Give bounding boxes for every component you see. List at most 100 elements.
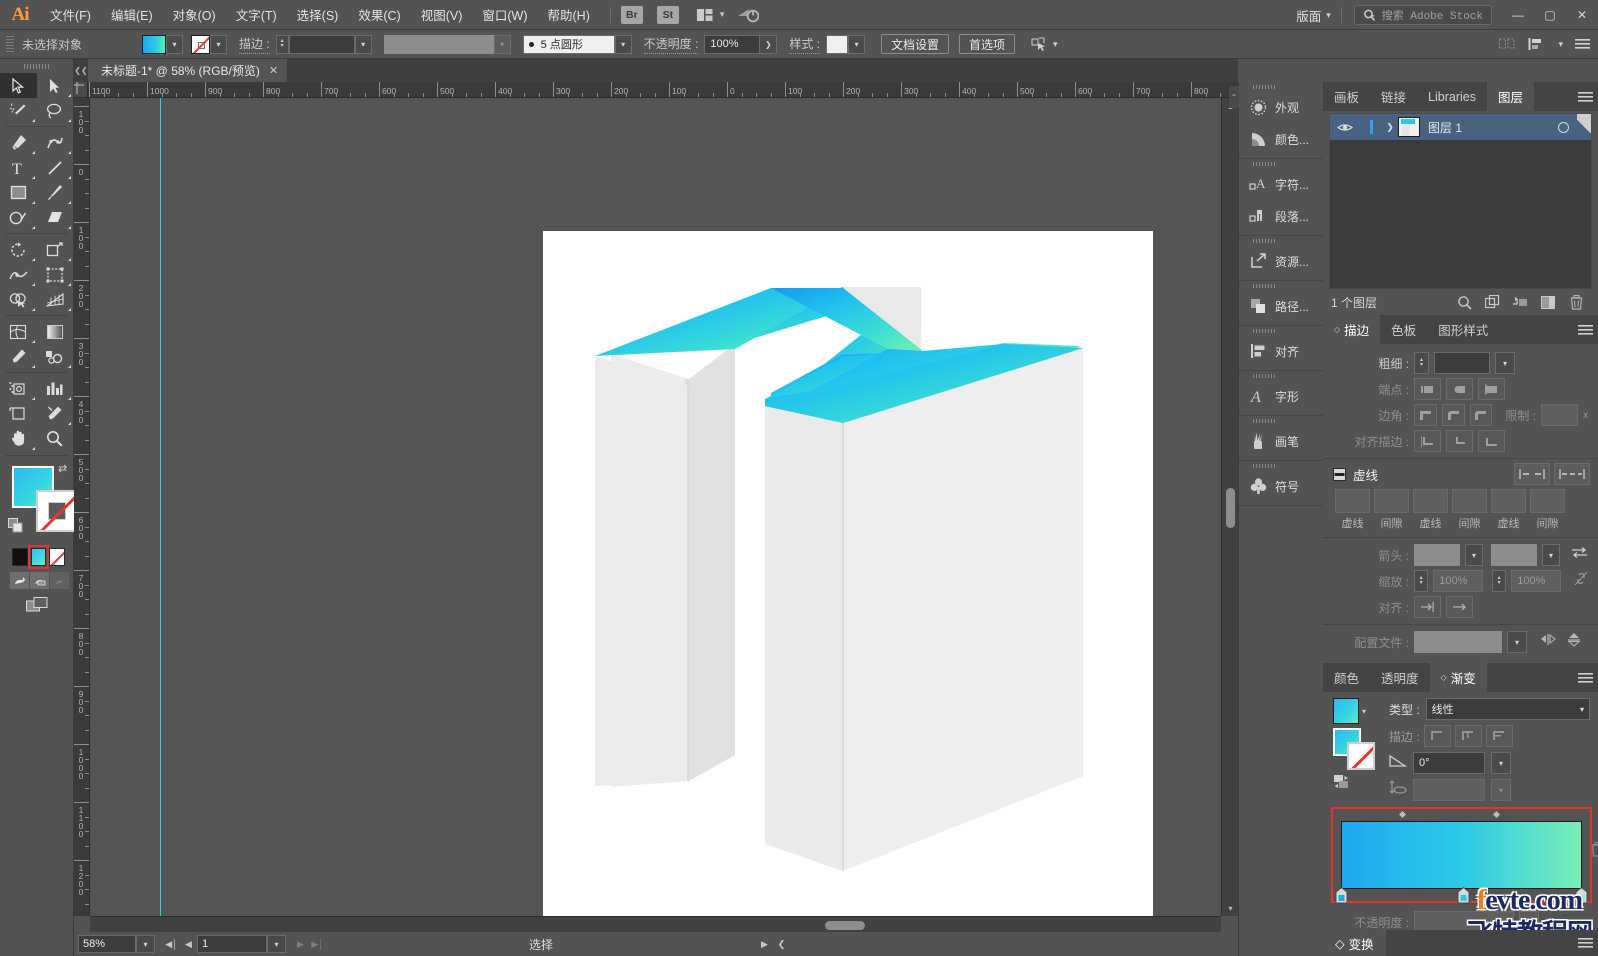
direct-selection-tool[interactable] bbox=[37, 73, 74, 98]
tab-transform[interactable]: ◇ 变换 bbox=[1323, 930, 1386, 956]
make-clipping-mask-icon[interactable] bbox=[1506, 291, 1534, 313]
stroke-weight-input[interactable] bbox=[288, 34, 355, 54]
layer-row[interactable]: ❯ 图层 1 bbox=[1330, 114, 1591, 140]
dock-item-appearance[interactable]: 外观 bbox=[1239, 91, 1323, 123]
arrange-documents-icon[interactable] bbox=[693, 5, 717, 25]
swap-fill-stroke-icon[interactable]: ⇄ bbox=[58, 462, 67, 475]
dock-item-pathfinder[interactable]: 路径... bbox=[1239, 290, 1323, 322]
last-page-icon[interactable]: ▶│ bbox=[309, 935, 326, 953]
dock-grip-2[interactable] bbox=[1239, 159, 1323, 168]
dock-grip-6[interactable] bbox=[1239, 371, 1323, 380]
dash-preserve-icon[interactable] bbox=[1514, 463, 1550, 485]
arrange-chevron-down-icon[interactable]: ▾ bbox=[720, 9, 725, 20]
panel-menu-icon-transform[interactable] bbox=[1572, 937, 1598, 949]
gradient-preview-chevron-down-icon[interactable]: ▾ bbox=[1362, 707, 1366, 716]
brush-definition-input[interactable]: 5 点圆形 bbox=[522, 34, 615, 54]
gap-field-1[interactable] bbox=[1374, 489, 1409, 513]
eraser-tool[interactable] bbox=[37, 205, 74, 230]
tab-stroke[interactable]: ◇ 描边 bbox=[1323, 315, 1381, 344]
select-similar-chevron-down-icon[interactable]: ▾ bbox=[1053, 39, 1058, 50]
panel-menu-icon[interactable] bbox=[1572, 82, 1598, 111]
free-transform-tool[interactable] bbox=[37, 262, 74, 287]
extend-arrow-icon[interactable] bbox=[1414, 596, 1441, 618]
shape-builder-tool[interactable] bbox=[0, 287, 37, 312]
draw-normal-mode-icon[interactable] bbox=[10, 572, 29, 589]
zoom-level-chevron-down-icon[interactable]: ▾ bbox=[136, 935, 155, 953]
gradient-across-stroke-icon[interactable] bbox=[1485, 725, 1513, 747]
color-mode[interactable] bbox=[12, 548, 28, 566]
dash-field-1[interactable] bbox=[1335, 489, 1370, 513]
gradient-aspect-chevron-down-icon[interactable]: ▾ bbox=[1491, 779, 1511, 801]
artboard-tool[interactable] bbox=[0, 401, 37, 426]
tab-links[interactable]: 链接 bbox=[1370, 82, 1417, 111]
tab-transparency[interactable]: 透明度 bbox=[1370, 663, 1430, 692]
preferences-button[interactable]: 首选项 bbox=[959, 34, 1016, 54]
bevel-join-icon[interactable] bbox=[1469, 404, 1493, 426]
menu-object[interactable]: 对象(O) bbox=[164, 2, 225, 27]
dock-item-character[interactable]: A 字符... bbox=[1239, 168, 1323, 200]
scale-tool[interactable] bbox=[37, 237, 74, 262]
rectangle-tool[interactable] bbox=[0, 180, 37, 205]
hand-tool[interactable] bbox=[0, 426, 37, 451]
paintbrush-tool[interactable] bbox=[37, 180, 74, 205]
tab-layers[interactable]: 图层 bbox=[1486, 82, 1534, 111]
menu-select[interactable]: 选择(S) bbox=[288, 2, 348, 27]
gradient-stop-1[interactable] bbox=[1335, 886, 1348, 904]
layer-lock-slot[interactable] bbox=[1360, 120, 1382, 134]
menu-type[interactable]: 文字(T) bbox=[227, 2, 286, 27]
width-tool[interactable] bbox=[0, 262, 37, 287]
miter-join-icon[interactable] bbox=[1414, 404, 1437, 426]
style-chevron-down-icon[interactable]: ▾ bbox=[848, 34, 866, 54]
gradient-angle-input[interactable]: 0° bbox=[1413, 752, 1485, 774]
dock-grip-8[interactable] bbox=[1239, 461, 1323, 470]
menu-view[interactable]: 视图(V) bbox=[412, 2, 472, 27]
dock-item-symbols[interactable]: 符号 bbox=[1239, 470, 1323, 502]
type-tool[interactable]: T bbox=[0, 155, 37, 180]
dash-align-icon[interactable] bbox=[1554, 463, 1590, 485]
flip-along-icon[interactable] bbox=[1540, 633, 1556, 651]
first-page-icon[interactable]: ◀│ bbox=[163, 935, 180, 953]
tab-graphic-styles[interactable]: 图形样式 bbox=[1427, 315, 1499, 344]
canvas-horizontal-scrollbar[interactable] bbox=[90, 916, 1221, 932]
stroke-profile-input[interactable] bbox=[383, 34, 494, 54]
zoom-level-input[interactable]: 58% bbox=[78, 935, 136, 953]
status-expand-icon[interactable]: ▶ bbox=[756, 935, 773, 953]
slice-tool[interactable] bbox=[37, 401, 74, 426]
transform-tab-collapse-icon[interactable]: ◇ bbox=[1335, 936, 1345, 951]
horizontal-scroll-thumb[interactable] bbox=[825, 921, 865, 930]
tabbar-collapse-icon[interactable]: ❮❮ bbox=[74, 59, 88, 82]
tab-artboards[interactable]: 画板 bbox=[1323, 82, 1370, 111]
none-mode[interactable] bbox=[49, 548, 66, 566]
scale-start-input[interactable]: 100% bbox=[1433, 570, 1483, 592]
pen-tool[interactable] bbox=[0, 130, 37, 155]
menu-window[interactable]: 窗口(W) bbox=[473, 2, 536, 27]
maximize-button[interactable]: ▢ bbox=[1534, 0, 1566, 30]
close-tab-icon[interactable]: ✕ bbox=[269, 64, 278, 77]
gap-field-2[interactable] bbox=[1452, 489, 1487, 513]
panel-menu-icon-stroke[interactable] bbox=[1572, 315, 1598, 344]
arrow-start-select[interactable] bbox=[1414, 544, 1460, 566]
tools-panel-grip[interactable] bbox=[0, 59, 73, 73]
gradient-along-stroke-icon[interactable] bbox=[1454, 725, 1482, 747]
gradient-tool[interactable] bbox=[37, 319, 74, 344]
document-setup-button[interactable]: 文档设置 bbox=[881, 34, 950, 54]
fill-swatch-chevron-down-icon[interactable]: ▾ bbox=[166, 34, 183, 54]
gradient-stop-3[interactable] bbox=[1575, 886, 1588, 904]
stroke-weight-chevron-down-icon[interactable]: ▾ bbox=[1495, 352, 1515, 374]
draw-behind-mode-icon[interactable] bbox=[30, 572, 49, 589]
change-screen-mode-icon[interactable] bbox=[0, 589, 73, 617]
dock-grip-1[interactable] bbox=[1239, 82, 1323, 91]
dock-item-asset-export[interactable]: 资源... bbox=[1239, 245, 1323, 277]
panel-menu-icon[interactable] bbox=[1575, 38, 1590, 50]
arrange-chevron-down-icon-2[interactable]: ▾ bbox=[1558, 39, 1563, 50]
arrow-end-select[interactable] bbox=[1491, 544, 1537, 566]
document-tab[interactable]: 未标题-1* @ 58% (RGB/预览) ✕ bbox=[88, 59, 288, 82]
curvature-tool[interactable] bbox=[37, 130, 74, 155]
rotate-tool[interactable] bbox=[0, 237, 37, 262]
align-stroke-inside-icon[interactable] bbox=[1446, 430, 1473, 452]
round-cap-icon[interactable] bbox=[1446, 378, 1473, 400]
stroke-proxy-swatch[interactable] bbox=[36, 490, 78, 532]
gradient-type-select[interactable]: 线性 ▾ bbox=[1425, 698, 1590, 720]
stroke-weight-chevron-down-icon[interactable]: ▾ bbox=[354, 34, 372, 54]
align-to-selection-icon[interactable] bbox=[1499, 37, 1516, 51]
